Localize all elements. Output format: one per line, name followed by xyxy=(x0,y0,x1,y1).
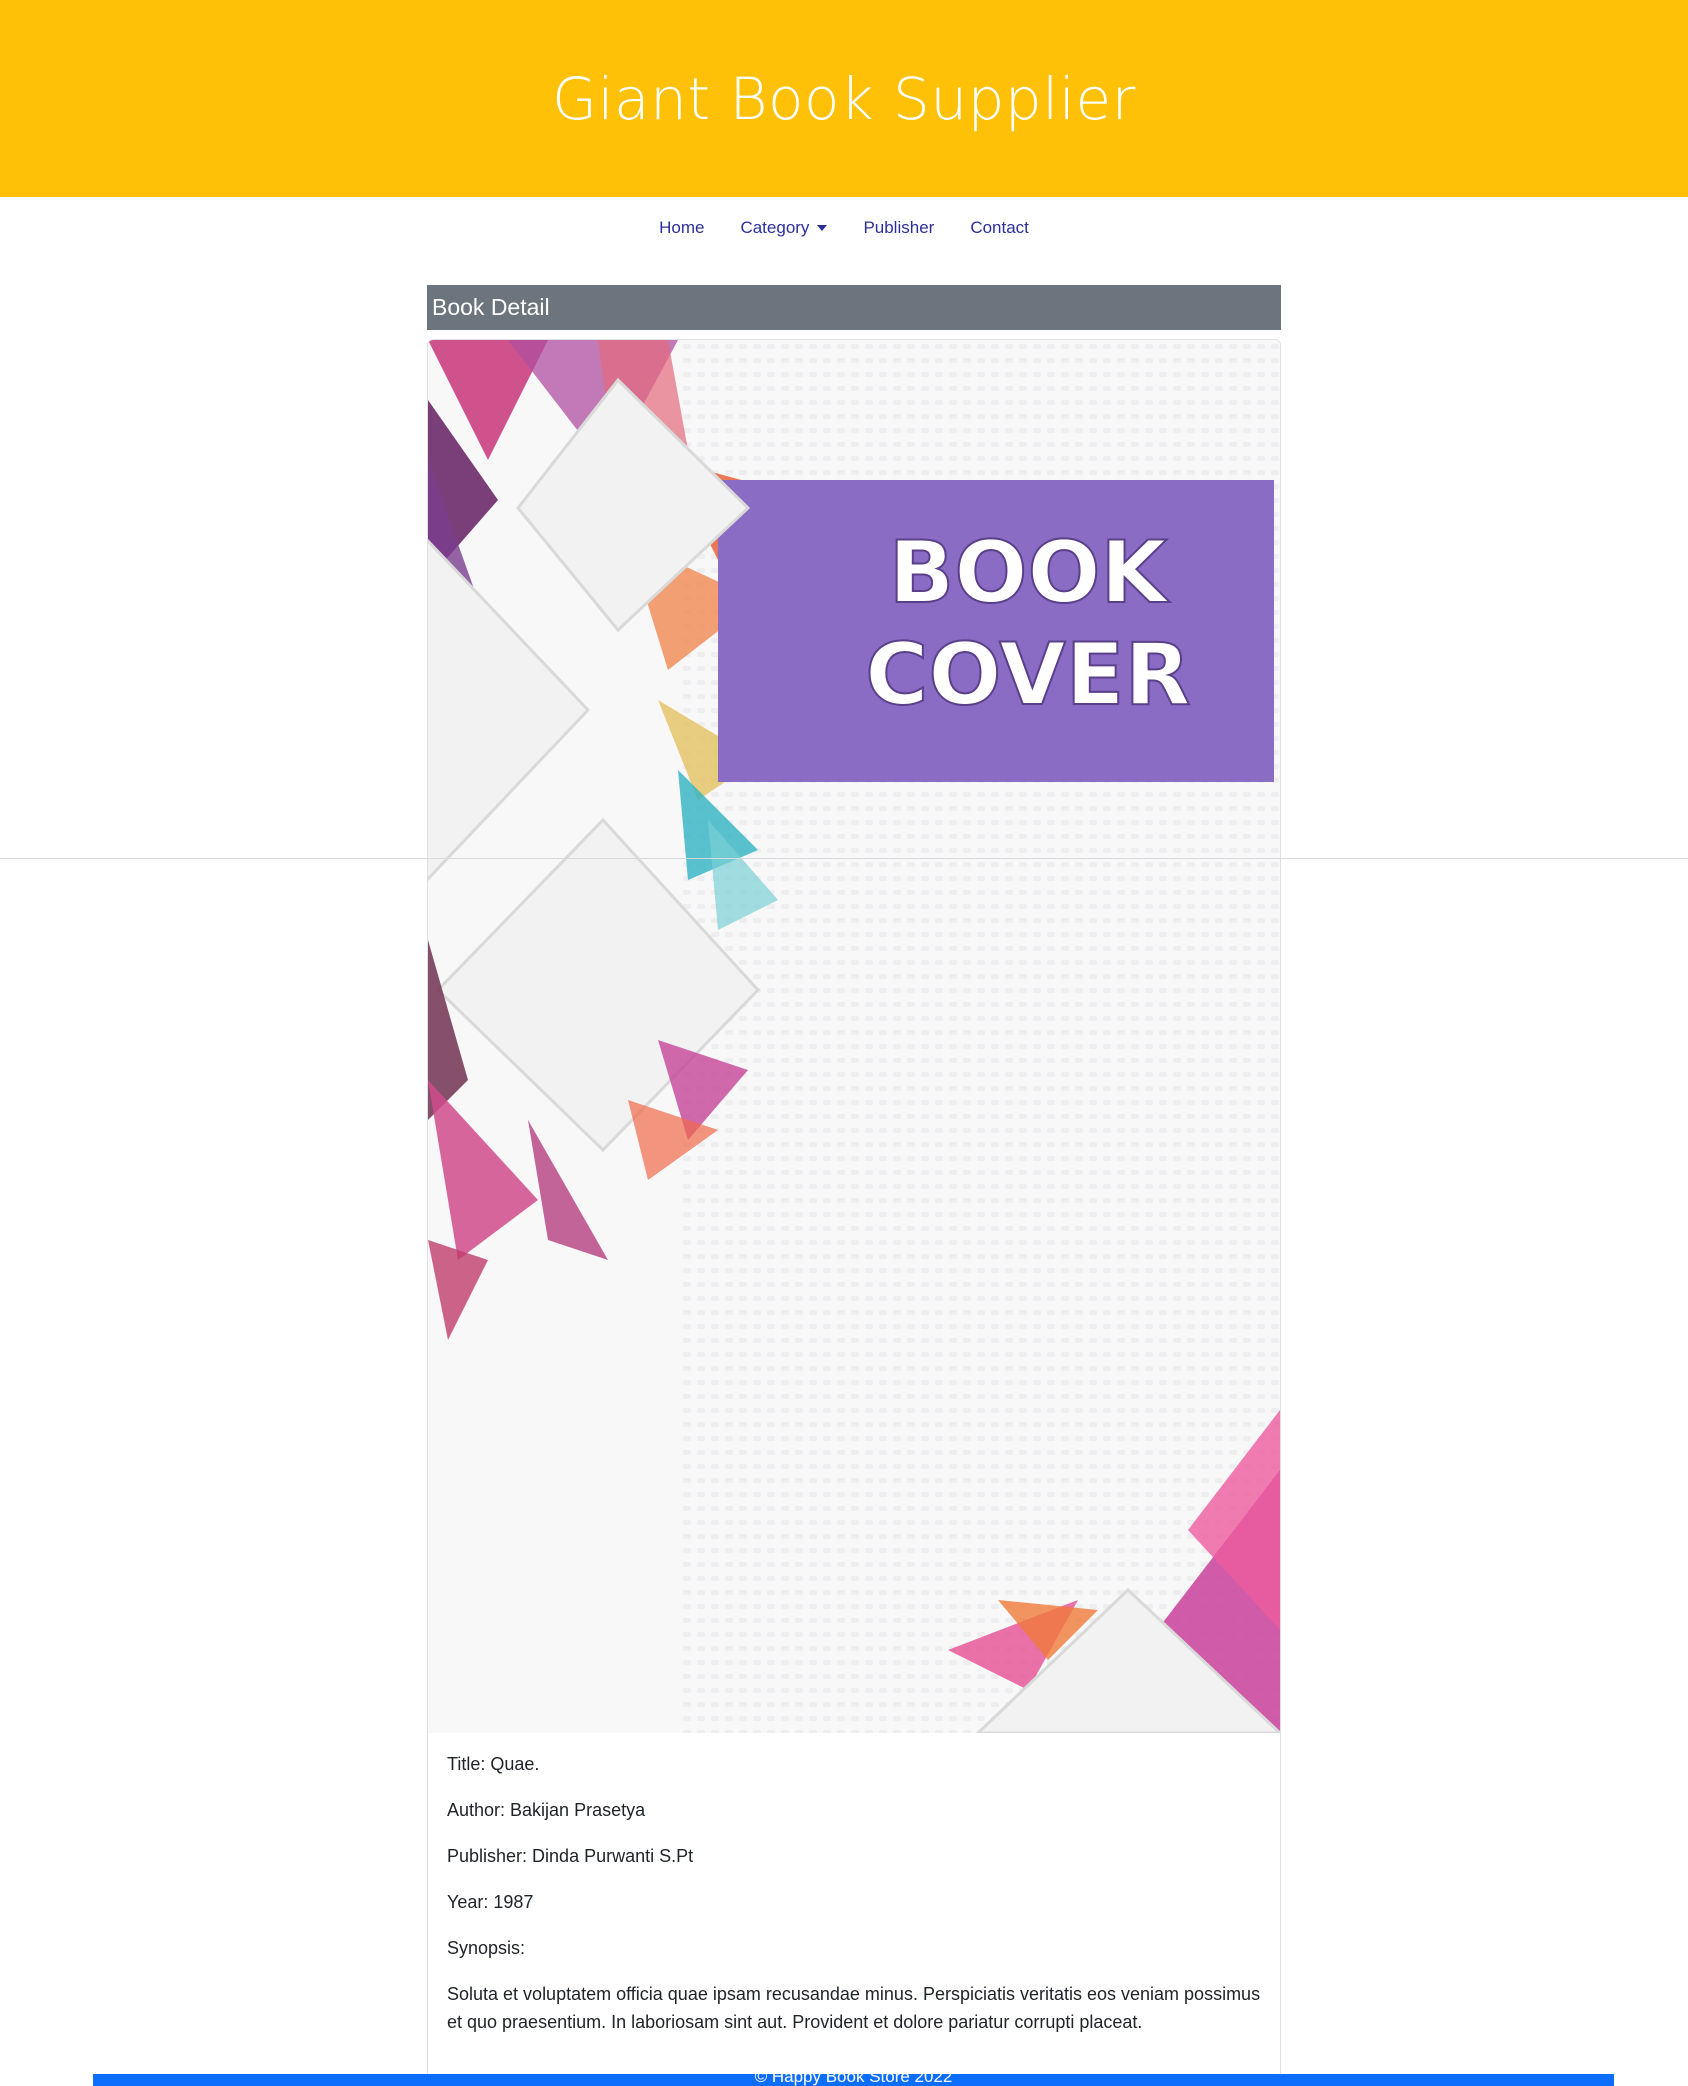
nav-category-dropdown[interactable]: Category xyxy=(722,218,845,238)
synopsis-label: Synopsis: xyxy=(447,1938,526,1958)
chevron-down-icon xyxy=(817,225,828,231)
nav-home-link[interactable]: Home xyxy=(641,218,722,238)
nav-contact-link[interactable]: Contact xyxy=(952,218,1047,238)
book-year: Year: 1987 xyxy=(447,1892,534,1912)
main-nav: Home Category Publisher Contact xyxy=(0,197,1688,259)
book-cover-image: BOOK COVER xyxy=(428,340,1280,1733)
section-header: Book Detail xyxy=(427,285,1281,330)
page-divider xyxy=(0,858,1688,859)
footer-text: © Happy Book Store 2022 xyxy=(754,2074,953,2086)
cover-text-line2: COVER xyxy=(865,625,1190,725)
site-footer: © Happy Book Store 2022 xyxy=(93,2074,1614,2086)
book-author: Author: Bakijan Prasetya xyxy=(447,1800,646,1820)
book-synopsis: Soluta et voluptatem officia quae ipsam … xyxy=(447,1984,1261,2032)
cover-text-line1: BOOK xyxy=(889,523,1171,623)
nav-category-label: Category xyxy=(740,218,810,237)
book-publisher: Publisher: Dinda Purwanti S.Pt xyxy=(447,1846,694,1866)
nav-publisher-link[interactable]: Publisher xyxy=(845,218,952,238)
site-title: Giant Book Supplier xyxy=(552,64,1136,133)
book-detail-card: BOOK COVER Title: Quae. Author: Bakijan … xyxy=(427,339,1281,2079)
site-header: Giant Book Supplier xyxy=(0,0,1688,197)
book-details: Title: Quae. Author: Bakijan Prasetya Pu… xyxy=(447,1750,1261,2054)
book-title: Title: Quae. xyxy=(447,1754,540,1774)
section-title: Book Detail xyxy=(432,294,550,320)
